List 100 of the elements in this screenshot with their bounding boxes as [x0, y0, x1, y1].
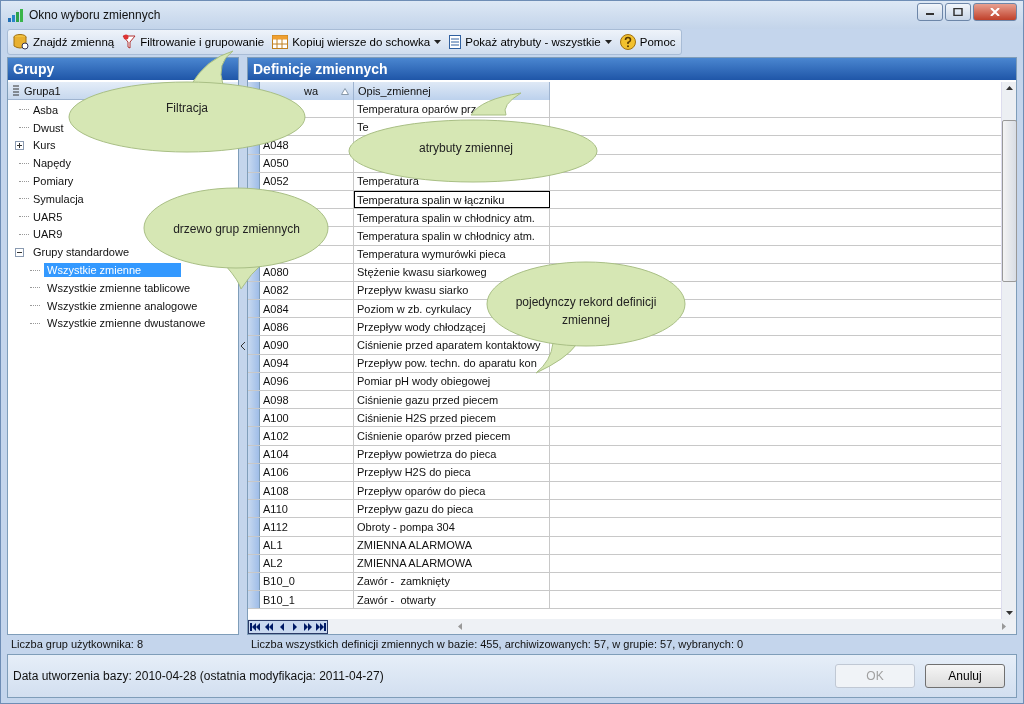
table-icon	[272, 35, 289, 49]
row-indicator[interactable]	[248, 591, 260, 609]
database-info-text: Data utworzenia bazy: 2010-04-28 (ostatnia modyfikacja: 2011-04-27)	[13, 669, 385, 683]
table-cell: Zawór - otwarty	[354, 591, 550, 609]
maximize-icon	[953, 8, 963, 16]
callout-text: Filtracja	[165, 100, 209, 117]
tree-item[interactable]: Asba	[30, 102, 62, 117]
row-indicator[interactable]	[248, 318, 260, 336]
double-right-icon	[302, 622, 313, 631]
table-cell: A082	[260, 281, 354, 300]
panel-header: Grupy	[8, 58, 238, 80]
table-cell: Przepływ oparów do pieca	[354, 481, 550, 500]
next-page-button[interactable]	[301, 620, 314, 633]
table-cell: Przepływ powietrza do pieca	[354, 445, 550, 463]
right-arrow-icon[interactable]	[1002, 623, 1006, 630]
row-indicator[interactable]	[248, 391, 260, 409]
up-arrow-icon[interactable]	[1005, 86, 1013, 90]
tree-item[interactable]: Symulacja	[30, 191, 87, 206]
left-triangle-icon	[278, 622, 285, 631]
row-indicator[interactable]	[248, 518, 260, 536]
table-cell: Temperatura spalin w chłodnicy atm.	[354, 209, 550, 227]
tree-item[interactable]: Wszystkie zmienne dwustanowe	[44, 316, 209, 331]
table-cell: AL2	[260, 554, 354, 572]
table-cell: Przepływ gazu do pieca	[354, 500, 550, 518]
window-title: Okno wyboru zmiennych	[29, 8, 161, 22]
table-cell: A104	[260, 445, 354, 463]
tree-item[interactable]: Wszystkie zmienne tablicowe	[44, 280, 194, 295]
table-cell: A084	[260, 300, 354, 318]
table-cell: A112	[260, 518, 354, 536]
panel-header: Definicje zmiennych	[248, 58, 1016, 80]
funnel-icon	[122, 34, 137, 50]
double-left-icon	[263, 622, 274, 631]
caret-icon	[604, 40, 612, 44]
table-cell: Temperatura spalin w chłodnicy atm.	[354, 227, 550, 245]
grip-icon	[12, 85, 20, 96]
tree-item[interactable]: Napędy	[30, 156, 74, 171]
down-arrow-icon[interactable]	[1005, 611, 1013, 615]
table-cell: A108	[260, 481, 354, 500]
tree-item[interactable]: Pomiary	[30, 174, 77, 189]
column-header[interactable]: Opis_zmiennej	[354, 82, 550, 100]
table-cell: B10_0	[260, 572, 354, 591]
vertical-scrollbar[interactable]	[1001, 82, 1016, 619]
help-icon	[619, 34, 636, 50]
table-cell: Temperatura wymurówki pieca	[354, 245, 550, 263]
toolbar-button[interactable]: Znajdź zmienną	[10, 32, 118, 52]
status-text: Liczba grup użytkownika: 8	[10, 638, 145, 650]
close-icon	[990, 8, 1000, 16]
caret-icon	[434, 40, 442, 44]
close-button[interactable]	[973, 3, 1017, 21]
expander-icon[interactable]	[14, 141, 24, 150]
toolbar-button[interactable]: Pokaż atrybuty - wszystkie	[446, 33, 615, 51]
table-cell: ZMIENNA ALARMOWA	[354, 536, 550, 554]
cancel-button[interactable]: Anuluj	[925, 664, 1005, 688]
row-indicator[interactable]	[248, 300, 260, 318]
tree-item[interactable]: UAR9	[30, 227, 66, 242]
table-cell: A102	[260, 427, 354, 445]
right-triangle-icon	[291, 622, 298, 631]
maximize-button[interactable]	[945, 3, 971, 21]
table-cell: Zawór - zamknięty	[354, 572, 550, 591]
list-icon	[449, 35, 462, 49]
row-indicator[interactable]	[248, 409, 260, 427]
callout-text: atrybuty zmiennej	[417, 140, 514, 157]
table-cell: A098	[260, 391, 354, 409]
table-cell: B10_1	[260, 591, 354, 609]
tree-item[interactable]: Wszystkie zmienne analogowe	[44, 298, 201, 313]
bar-chart-icon	[7, 8, 23, 22]
table-cell: Przepływ H2S do pieca	[354, 463, 550, 481]
table-cell: Temperatura spalin w łączniku	[354, 190, 550, 209]
table-cell: Ciśnienie H2S przed piecem	[354, 409, 550, 427]
left-arrow-icon[interactable]	[458, 623, 462, 630]
row-indicator[interactable]	[248, 427, 260, 445]
table-cell: A096	[260, 372, 354, 390]
toolbar-button[interactable]: Kopiuj wiersze do schowka	[269, 33, 445, 51]
table-cell: A100	[260, 409, 354, 427]
expander-icon[interactable]	[14, 247, 24, 257]
table-cell: A110	[260, 500, 354, 518]
status-text: Liczba wszystkich definicji zmiennych w bazie: 455, archiwizowanych: 57, w grupie: 57, wybranych: 0	[250, 638, 745, 650]
table-cell: A086	[260, 318, 354, 336]
toolbar-button[interactable]: Filtrowanie i grupowanie	[119, 32, 268, 52]
tree-item[interactable]: Grupy standardowe	[30, 245, 132, 260]
database-icon	[13, 34, 29, 50]
tree-item[interactable]: UAR5	[30, 209, 66, 224]
minimize-button[interactable]	[917, 3, 943, 21]
table-cell: Ciśnienie gazu przed piecem	[354, 391, 550, 409]
toolbar-button[interactable]: Pomoc	[616, 32, 679, 52]
tree-item[interactable]: Kurs	[30, 138, 59, 153]
table-cell: AL1	[260, 536, 354, 554]
first-record-button[interactable]	[249, 620, 262, 633]
table-cell: A094	[260, 354, 354, 372]
table-cell: A090	[260, 336, 354, 354]
table-cell: Obroty - pompa 304	[354, 518, 550, 536]
last-record-button[interactable]	[314, 620, 327, 633]
callout-text: drzewo grup zmiennych	[172, 221, 301, 238]
table-cell: A106	[260, 463, 354, 481]
first-icon	[250, 622, 261, 631]
tree-item[interactable]: Dwust	[30, 120, 67, 135]
last-icon	[315, 622, 326, 631]
table-cell: Ciśnienie oparów przed piecem	[354, 427, 550, 445]
row-indicator[interactable]	[248, 500, 260, 518]
table-cell: ZMIENNA ALARMOWA	[354, 554, 550, 572]
